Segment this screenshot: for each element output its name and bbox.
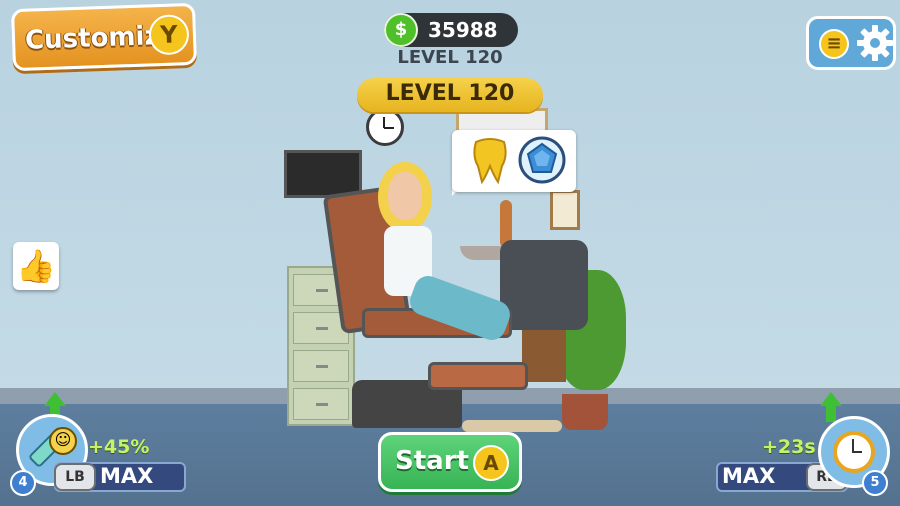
left-upgrade-value: MAX xyxy=(100,464,154,488)
gear-icon[interactable] xyxy=(855,23,895,63)
start-button[interactable]: Start A xyxy=(378,432,522,492)
upgrade-arrow-stem xyxy=(826,404,836,422)
dental-machine xyxy=(500,240,588,330)
thumbs-up-icon[interactable]: 👍 xyxy=(13,242,59,290)
patient-face xyxy=(388,172,422,220)
right-upgrade[interactable]: +23s MAX RB 5 xyxy=(712,392,896,502)
gem-icon xyxy=(518,136,566,184)
y-key-hint: Y xyxy=(148,14,190,56)
settings-panel[interactable]: ≡ xyxy=(806,16,896,70)
level-label: LEVEL 120 xyxy=(397,47,503,68)
wooden-stand xyxy=(522,330,566,382)
customize-button[interactable]: Customize Y xyxy=(10,2,198,72)
wall-clock xyxy=(366,108,404,146)
dental-chair-footrest xyxy=(428,362,528,390)
upgrade-arrow-icon xyxy=(820,392,842,406)
cabinet-drawer xyxy=(293,388,349,420)
upgrade-arrow-icon xyxy=(44,392,66,406)
right-upgrade-value: MAX xyxy=(722,464,776,488)
money-counter: $ 35988 xyxy=(384,13,518,47)
money-amount: 35988 xyxy=(428,18,498,42)
a-key-hint: A xyxy=(473,445,509,481)
lb-key-hint: LB xyxy=(54,463,96,491)
treatment-bubble xyxy=(452,130,576,192)
level-banner: LEVEL 120 xyxy=(357,78,543,112)
gold-tooth-icon xyxy=(473,138,507,185)
start-label: Start xyxy=(395,446,469,476)
menu-icon[interactable]: ≡ xyxy=(819,29,849,59)
wall-diploma xyxy=(550,190,580,230)
left-upgrade-count: 4 xyxy=(10,470,36,496)
right-upgrade-count: 5 xyxy=(862,470,888,496)
left-upgrade[interactable]: ☺ +45% LB MAX 4 xyxy=(10,392,190,502)
plant-pot xyxy=(562,394,608,430)
right-upgrade-bonus: +23s xyxy=(762,436,816,458)
cabinet-drawer xyxy=(293,350,349,382)
left-upgrade-bonus: +45% xyxy=(88,436,150,458)
machine-hose xyxy=(462,420,562,432)
dollar-icon: $ xyxy=(384,13,418,47)
level-banner-text: LEVEL 120 xyxy=(385,81,515,106)
